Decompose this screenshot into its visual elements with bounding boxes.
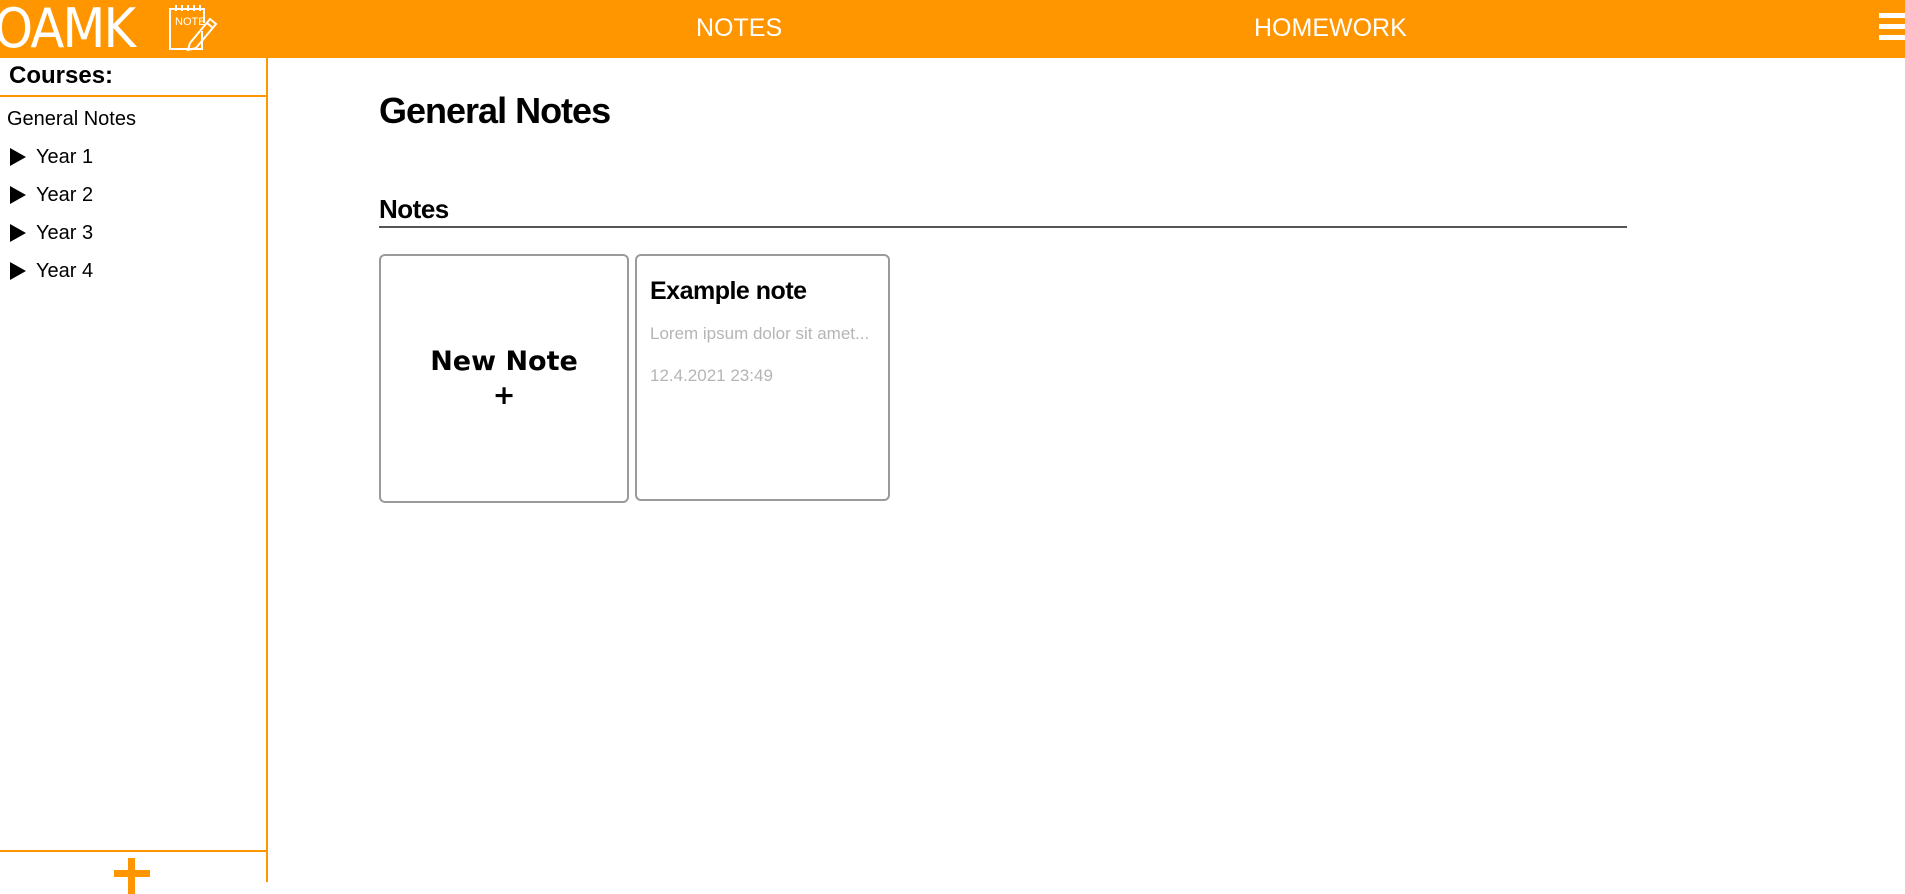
new-note-label: New Note <box>430 345 578 377</box>
nav-notes-link[interactable]: NOTES <box>696 0 782 58</box>
note-card[interactable]: Example note Lorem ipsum dolor sit amet.… <box>635 254 890 501</box>
sidebar-item-year-4[interactable]: Year 4 <box>0 252 266 290</box>
logo-text: OAMK <box>0 0 136 60</box>
note-preview: Lorem ipsum dolor sit amet... <box>650 324 870 343</box>
sidebar-footer <box>0 850 266 894</box>
plus-icon: + <box>492 379 516 411</box>
page-title: General Notes <box>379 90 611 131</box>
note-timestamp: 12.4.2021 23:49 <box>650 366 773 385</box>
hamburger-menu-icon[interactable] <box>1879 13 1905 43</box>
sidebar-item-label: Year 2 <box>36 184 94 206</box>
sidebar-item-year-2[interactable]: Year 2 <box>0 176 266 214</box>
expand-triangle-icon <box>10 262 26 280</box>
top-bar: OAMK NOTE NOTES HOMEWORK <box>0 0 1905 58</box>
menu-bar <box>1879 13 1905 18</box>
note-title: Example note <box>650 277 807 305</box>
nav-homework-link[interactable]: HOMEWORK <box>1254 0 1407 58</box>
sidebar-item-general-notes[interactable]: General Notes <box>0 100 266 138</box>
menu-bar <box>1879 24 1905 29</box>
sidebar-item-label: Year 3 <box>36 222 94 244</box>
section-divider <box>379 226 1627 228</box>
sidebar-item-year-3[interactable]: Year 3 <box>0 214 266 252</box>
add-course-plus-icon[interactable] <box>114 858 150 894</box>
sidebar-item-label: Year 1 <box>36 146 94 168</box>
notes-section-title: Notes <box>379 194 449 224</box>
sidebar-item-label: Year 4 <box>36 260 94 282</box>
expand-triangle-icon <box>10 186 26 204</box>
courses-sidebar: Courses: General Notes Year 1 Year 2 Yea… <box>0 58 268 894</box>
sidebar-item-year-1[interactable]: Year 1 <box>0 138 266 176</box>
notepad-pencil-icon: NOTE <box>169 5 218 52</box>
sidebar-title: Courses: <box>0 58 266 97</box>
menu-bar <box>1879 35 1905 40</box>
expand-triangle-icon <box>10 148 26 166</box>
logo-badge: NOTE <box>175 16 206 28</box>
app-logo[interactable]: OAMK <box>0 0 147 58</box>
new-note-button[interactable]: New Note + <box>379 254 629 503</box>
expand-triangle-icon <box>10 224 26 242</box>
